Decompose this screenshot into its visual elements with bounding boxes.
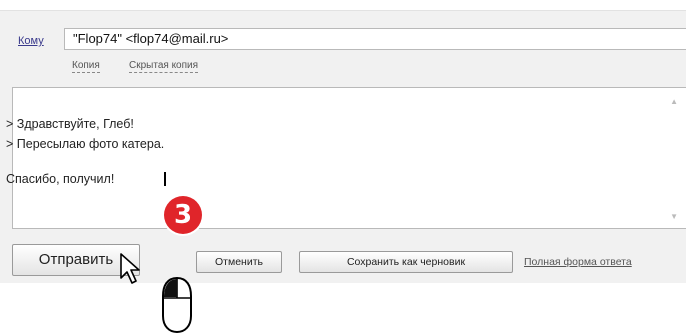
bcc-link[interactable]: Скрытая копия (129, 60, 199, 73)
scroll-up-icon[interactable]: ▲ (670, 97, 678, 106)
quoted-line-2: > Пересылаю фото катера. (6, 137, 165, 151)
cancel-button[interactable]: Отменить (196, 251, 282, 273)
arrow-cursor-icon (120, 253, 140, 284)
step-number-badge: 3 (164, 196, 202, 234)
save-draft-button[interactable]: Сохранить как черновик (299, 251, 513, 273)
mouse-icon (162, 276, 192, 334)
full-form-link[interactable]: Полная форма ответа (524, 256, 632, 268)
to-field[interactable]: "Flop74" <flop74@mail.ru> (64, 28, 686, 50)
to-label-link[interactable]: Кому (18, 35, 44, 47)
quoted-line-1: > Здравствуйте, Глеб! (6, 117, 134, 131)
text-caret (164, 172, 166, 186)
scroll-down-icon[interactable]: ▼ (670, 212, 678, 221)
cc-link[interactable]: Копия (72, 60, 100, 73)
reply-line: Спасибо, получил! (6, 172, 115, 186)
message-body[interactable] (12, 87, 686, 229)
